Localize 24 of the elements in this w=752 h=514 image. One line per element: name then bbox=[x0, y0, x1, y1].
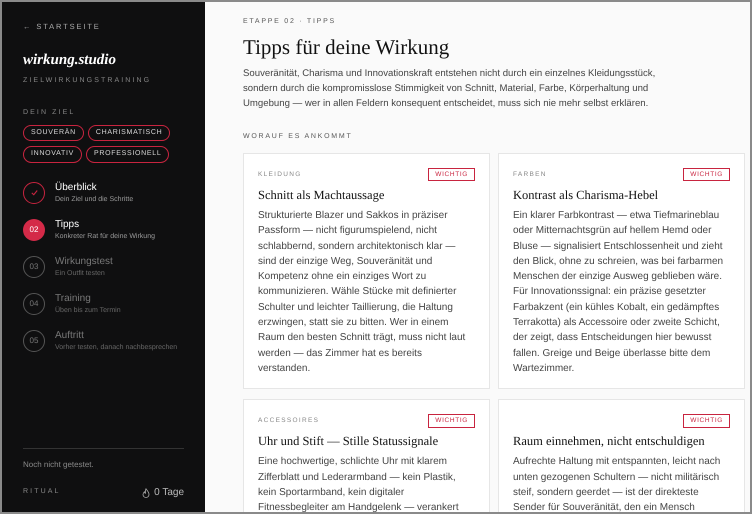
flame-icon bbox=[142, 488, 150, 498]
intro-text: Souveränität, Charisma und Innovationskraft entstehen nicht durch ein einzelnes Kleidungsstück, sondern durch die kompromisslose Stimmigkeit von Schnitt, Material, Farbe, Körperhaltung und Umgebung — wer in allen Feldern konsequent entscheidet, muss sich nie mehr selbst erklären. bbox=[243, 66, 656, 110]
step-title: Training bbox=[55, 292, 92, 306]
card-text: Eine hochwertige, schlichte Uhr mit klarem Zifferblatt und Lederarmband — kein Plastik, kein Sportarmband, kein digitaler Fitnessbegleiter am Handgelenk — verankert bbox=[258, 455, 460, 512]
step-number: 04 bbox=[23, 292, 45, 315]
page-title: Tipps für deine Wirkung bbox=[243, 34, 450, 60]
step-title: Überblick bbox=[55, 180, 98, 195]
step-title: Auftritt bbox=[55, 328, 85, 343]
streak-count: 0 Tage bbox=[154, 486, 184, 500]
check-icon bbox=[23, 182, 45, 204]
card-title: Schnitt als Machtaussage bbox=[258, 187, 386, 204]
brand-logo: wirkung.studio bbox=[23, 51, 117, 70]
card-title: Raum einnehmen, nicht entschuldigen bbox=[513, 433, 706, 450]
card-text: Aufrechte Haltung mit entspannten, leicht nach unten gezogenen Schultern — nicht militärisch steif, sondern geerdet — ist der direkteste Sender für Souveränität, den ein Mensch bbox=[513, 455, 722, 512]
step-number: 02 bbox=[23, 218, 45, 241]
step-title: Tipps bbox=[55, 218, 80, 232]
step-number: 05 bbox=[23, 330, 45, 352]
card-text: Strukturierte Blazer und Sakkos in präziser Passform — nicht figurumspielend, nicht schlabbernd, sondern architektonisch klar — sind der einzige Weg, Souveränität und Kompetenz ohne ein einziges Wort zu kommunizieren. Wähle Stücke mit definierter Schulter und leichter Taillierung, die Haltung erzwingen, statt sie zu bitten. Wer in einem Raum den besten Schnitt trägt, muss nicht laut werden — das Zimmer hat es bereits verstanden. bbox=[258, 209, 466, 376]
status-text: Noch nicht getestet. bbox=[23, 459, 95, 471]
card-text: Ein klarer Farbkontrast — etwa Tiefmarineblau oder Mitternachtsgrün auf hellem Hemd oder Bluse — signalisiert Entschlossenheit und zieht den Blick, ohne zu schreien, was bei farbarmen Menschen der einzige Ausweg geblieben wäre. Für Innovationssignal: ein präzise gesetzter Farbakzent (ein kühles Kobalt, ein gedämpftes Terrakotta) als Accessoire oder zweite Schicht, der zeigt, dass Entscheidungen hier bewusst fallen. Greige und Beige überlasse bitte dem Wartezimmer. bbox=[513, 209, 724, 376]
step-title: Wirkungstest bbox=[55, 254, 113, 269]
step-number: 03 bbox=[23, 256, 45, 278]
card-title: Uhr und Stift — Stille Statussignale bbox=[258, 433, 440, 450]
card-title: Kontrast als Charisma-Hebel bbox=[513, 187, 660, 204]
